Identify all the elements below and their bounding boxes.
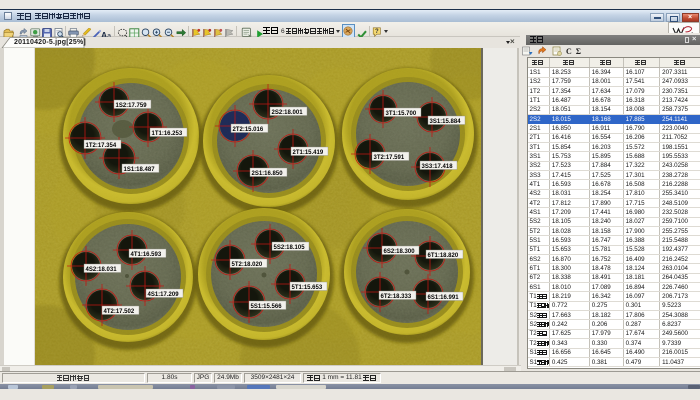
svg-text:?: ? bbox=[375, 29, 379, 35]
